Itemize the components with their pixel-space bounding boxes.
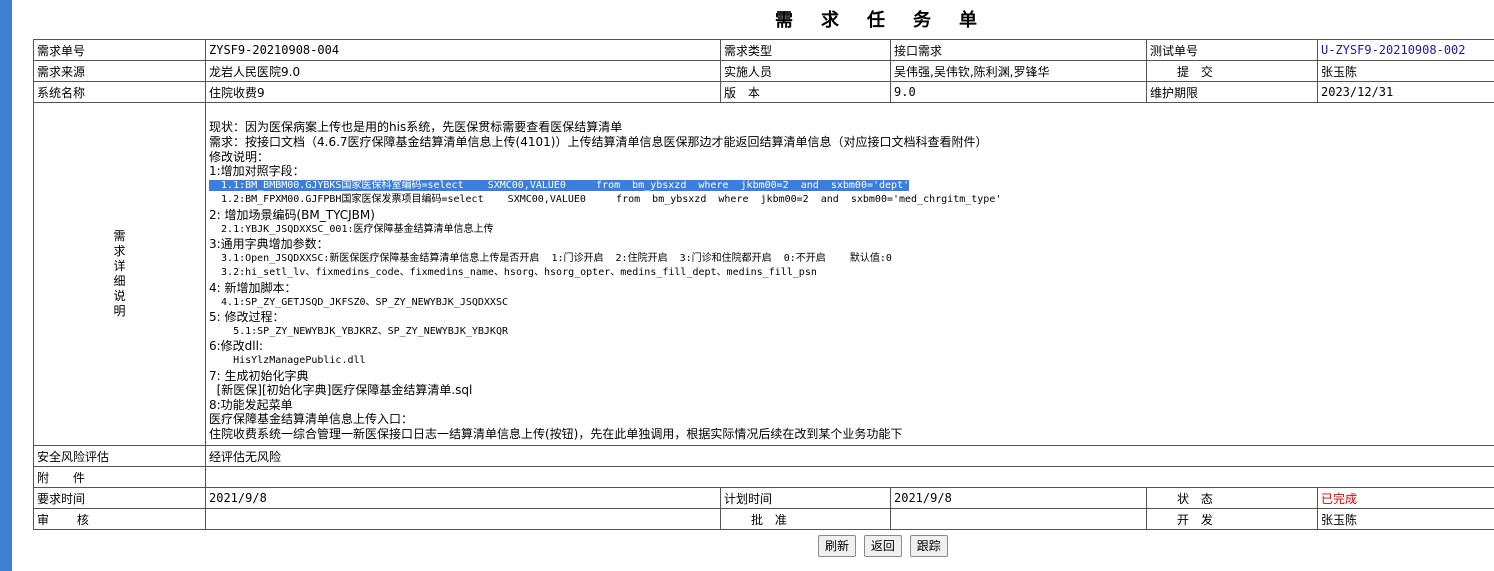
status-badge: 已完成: [1317, 487, 1494, 509]
detail-line: 6:修改dll:: [209, 339, 264, 354]
row-attachment: 附 件: [33, 466, 1494, 488]
label-requirement-type: 需求类型: [720, 39, 891, 61]
detail-line: 2: 增加场景编码(BM_TYCJBM): [209, 208, 375, 223]
value-risk-assessment: 经评估无风险: [205, 445, 1494, 467]
detail-line: HisYlzManagePublic.dll: [209, 354, 366, 366]
row-required-time: 要求时间 2021/9/8 计划时间 2021/9/8 状 态 已完成: [33, 487, 1494, 509]
detail-line: 需求：按接口文档（4.6.7医疗保障基金结算清单信息上传(4101)）上传结算清…: [209, 135, 988, 150]
row-requirement-detail: 需 求 详 细 说 明 现状：因为医保病案上传也是用的his系统，先医保贯标需要…: [33, 102, 1494, 446]
detail-line: 7: 生成初始化字典: [209, 368, 309, 383]
label-submitter: 提 交: [1146, 60, 1318, 82]
value-requirement-type: 接口需求: [890, 39, 1147, 61]
detail-line: 5: 修改过程：: [209, 310, 285, 325]
value-review: [205, 508, 721, 530]
detail-label-char: 详: [113, 259, 126, 273]
value-submitter: 张玉陈: [1317, 60, 1494, 82]
requirement-form-table: 需求单号 ZYSF9-20210908-004 需求类型 接口需求 测试单号 U…: [33, 39, 1494, 530]
page-title: 需求任务单: [775, 10, 1005, 31]
value-planned-time: 2021/9/8: [890, 487, 1147, 509]
value-requirement-source: 龙岩人民医院9.0: [205, 60, 721, 82]
label-version: 版 本: [720, 81, 891, 103]
value-system-name: 住院收费9: [205, 81, 721, 103]
left-edge-bar: [0, 0, 12, 571]
value-maintenance-period: 2023/12/31: [1317, 81, 1494, 103]
detail-line: 住院收费系统一综合管理一新医保接口日志一结算清单信息上传(按钮)，先在此单独调用…: [209, 426, 903, 441]
detail-line: [新医保][初始化字典]医疗保障基金结算清单.sql: [209, 383, 473, 398]
label-implementers: 实施人员: [720, 60, 891, 82]
label-status: 状 态: [1146, 487, 1318, 509]
detail-line: 2.1:YBJK_JSQDXXSC_001:医疗保障基金结算清单信息上传: [209, 223, 494, 235]
detail-line: 现状：因为医保病案上传也是用的his系统，先医保贯标需要查看医保结算清单: [209, 120, 623, 135]
detail-line: 4: 新增加脚本：: [209, 281, 297, 295]
detail-line: 医疗保障基金结算清单信息上传入口：: [209, 412, 414, 427]
test-id-link[interactable]: U-ZYSF9-20210908-002: [1317, 39, 1494, 61]
refresh-button[interactable]: 刷新: [818, 535, 857, 557]
row-risk-assessment: 安全风险评估 经评估无风险: [33, 445, 1494, 467]
detail-label-char: 明: [113, 304, 126, 318]
detail-line: 8:功能发起菜单: [209, 397, 293, 412]
action-bar: 刷新 返回 跟踪: [818, 535, 952, 557]
track-button[interactable]: 跟踪: [909, 535, 948, 557]
label-requirement-source: 需求来源: [33, 60, 206, 82]
value-required-time: 2021/9/8: [205, 487, 721, 509]
detail-line: 1:增加对照字段：: [209, 164, 305, 179]
row-review: 审 核 批 准 开 发 张玉陈: [33, 508, 1494, 530]
detail-line: 5.1:SP_ZY_NEWYBJK_YBJKRZ、SP_ZY_NEWYBJK_Y…: [209, 325, 508, 337]
detail-label-char: 说: [113, 289, 126, 303]
label-required-time: 要求时间: [33, 487, 206, 509]
detail-line: 3:通用字典增加参数：: [209, 237, 329, 252]
attachment-area[interactable]: [205, 466, 1494, 488]
detail-line: 4.1:SP_ZY_GETJSQD_JKFSZ0、SP_ZY_NEWYBJK_J…: [209, 296, 508, 308]
label-review: 审 核: [33, 508, 206, 530]
label-requirement-id: 需求单号: [33, 39, 206, 61]
detail-label-char: 求: [113, 244, 126, 258]
value-version: 9.0: [890, 81, 1147, 103]
detail-line: 3.2:hi_setl_lv、fixmedins_code、fixmedins_…: [209, 267, 817, 279]
value-requirement-id: ZYSF9-20210908-004: [205, 39, 721, 61]
label-developer: 开 发: [1146, 508, 1318, 530]
label-requirement-detail: 需 求 详 细 说 明: [33, 102, 206, 446]
detail-label-char: 细: [113, 274, 126, 288]
row-requirement-id: 需求单号 ZYSF9-20210908-004 需求类型 接口需求 测试单号 U…: [33, 39, 1494, 61]
label-risk-assessment: 安全风险评估: [33, 445, 206, 467]
detail-line: 1.2:BM_FPXM00.GJFPBH国家医保发票项目编码=select SX…: [209, 194, 1002, 206]
detail-line-selected: 1.1:BM_BMBM00.GJYBKS国家医保科室编码=select SXMC…: [209, 179, 910, 191]
label-maintenance-period: 维护期限: [1146, 81, 1318, 103]
label-system-name: 系统名称: [33, 81, 206, 103]
requirement-detail-text[interactable]: 现状：因为医保病案上传也是用的his系统，先医保贯标需要查看医保结算清单 需求：…: [205, 102, 1494, 446]
value-approval: [890, 508, 1147, 530]
label-planned-time: 计划时间: [720, 487, 891, 509]
value-developer: 张玉陈: [1317, 508, 1494, 530]
back-button[interactable]: 返回: [863, 535, 902, 557]
label-attachment: 附 件: [33, 466, 206, 488]
detail-label-char: 需: [113, 229, 126, 243]
value-implementers: 吴伟强,吴伟钦,陈利渊,罗锋华: [890, 60, 1147, 82]
row-requirement-source: 需求来源 龙岩人民医院9.0 实施人员 吴伟强,吴伟钦,陈利渊,罗锋华 提 交 …: [33, 60, 1494, 82]
label-test-id: 测试单号: [1146, 39, 1318, 61]
label-approval: 批 准: [720, 508, 891, 530]
detail-line: 3.1:Open_JSQDXXSC:新医保医疗保障基金结算清单信息上传是否开启 …: [209, 252, 892, 264]
detail-line: 修改说明：: [209, 149, 270, 164]
row-system-name: 系统名称 住院收费9 版 本 9.0 维护期限 2023/12/31: [33, 81, 1494, 103]
